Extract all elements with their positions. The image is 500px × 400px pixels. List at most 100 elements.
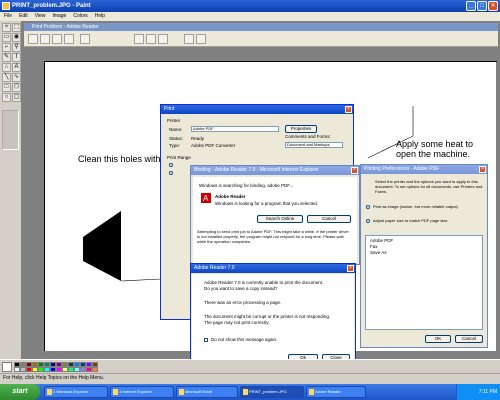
close-icon[interactable]: ×	[347, 265, 354, 272]
menu-bar: File Edit View Image Colors Help	[0, 12, 500, 21]
menu-file[interactable]: File	[4, 12, 12, 21]
binding-line1: Windows is searching for binding, adobe …	[199, 183, 294, 188]
save-icon	[40, 34, 50, 44]
adobe-icon: A	[201, 193, 211, 203]
printing-preferences-dialog: Printing Preferences - Adobe PDF × Select…	[360, 164, 488, 348]
curve-icon[interactable]: ∿	[12, 73, 21, 82]
task-button[interactable]: Microsoft Excel	[176, 386, 238, 398]
task-label: Adobe Reader	[315, 389, 341, 394]
rectangle-icon[interactable]: □	[2, 83, 11, 92]
adobe-dialog-title: Adobe Reader 7.0 ×	[191, 264, 355, 273]
polygon-icon[interactable]: ⬠	[12, 83, 21, 92]
minimize-button[interactable]: _	[466, 1, 476, 11]
airbrush-icon[interactable]: ∴	[2, 63, 11, 72]
binding-cancel-button[interactable]: Cancel	[307, 215, 351, 223]
list-item[interactable]: Adobe PDF	[370, 238, 393, 243]
embedded-window-title: Print Problem - Adobe Reader	[24, 23, 498, 31]
range-all-radio[interactable]	[169, 163, 173, 167]
comments-select[interactable]: Document and Markups	[285, 142, 343, 148]
task-button[interactable]: PRINT_problem.JPG	[240, 386, 304, 398]
adobe-line2: Do you want to save a copy instead?	[204, 286, 278, 291]
print-range-label: Print Range	[167, 155, 191, 160]
adobe-line6: Do not show this message again.	[211, 337, 278, 342]
printer-name-select[interactable]: Adobe PDF	[191, 126, 279, 132]
menu-view[interactable]: View	[35, 12, 46, 21]
opt2-label: Adjust paper size to match PDF page size	[373, 218, 448, 223]
opt1-label: Print as image (slower, but more reliabl…	[373, 204, 458, 209]
task-label: 3 Windows Explorer	[53, 389, 89, 394]
printer-listbox[interactable]: Adobe PDF Fax Save As	[365, 235, 483, 330]
next-page-icon	[196, 34, 206, 44]
name-label: Name:	[169, 127, 183, 132]
pencil-icon[interactable]: ✎	[2, 53, 11, 62]
binding-app-name: Adobe Reader	[215, 194, 246, 199]
email-icon	[64, 34, 74, 44]
system-tray: 7:11 PM	[456, 384, 500, 400]
embedded-toolbar	[24, 31, 498, 47]
rounded-rect-icon[interactable]: ▢	[12, 93, 21, 102]
hand-icon	[134, 34, 144, 44]
binding-dialog: Binding - Adobe Reader 7.0 - Microsoft I…	[190, 165, 360, 265]
taskbar: start 3 Windows Explorer 3 Internet Expl…	[0, 384, 500, 400]
list-item[interactable]: Fax	[370, 244, 378, 249]
current-colors[interactable]	[2, 362, 12, 372]
prefs-cancel-button[interactable]: Cancel	[455, 335, 483, 343]
fill-icon[interactable]: ◉	[12, 33, 21, 42]
page-top-line	[45, 61, 497, 62]
opt2-radio[interactable]	[366, 219, 370, 223]
close-icon[interactable]: ×	[351, 167, 358, 174]
tool-options-box[interactable]	[2, 110, 19, 150]
free-select-icon[interactable]: ✧	[2, 23, 11, 32]
menu-help[interactable]: Help	[95, 12, 105, 21]
binding-paragraph: Attempting to send print job to Adobe PD…	[197, 229, 349, 244]
adobe-line1: Adobe Reader 7.0 is currently unable to …	[204, 280, 324, 285]
ellipse-icon[interactable]: ○	[2, 93, 11, 102]
properties-button[interactable]: Properties	[285, 125, 317, 133]
rect-select-icon[interactable]: ⬚	[12, 23, 21, 32]
select-icon	[146, 34, 156, 44]
color-picker-icon[interactable]: ⌐	[2, 43, 11, 52]
color-swatch[interactable]	[92, 367, 98, 372]
magnifier-icon[interactable]: ⚲	[12, 43, 21, 52]
paint-window-title: PRINT_problem.JPG - Paint	[12, 3, 91, 9]
task-button[interactable]: Adobe Reader	[306, 386, 366, 398]
brush-icon[interactable]: ⌇	[12, 53, 21, 62]
close-icon[interactable]: ×	[345, 106, 352, 113]
task-label: PRINT_problem.JPG	[249, 389, 287, 394]
task-button[interactable]: 3 Windows Explorer	[44, 386, 108, 398]
close-icon[interactable]: ×	[479, 166, 486, 173]
color-swatches	[14, 362, 98, 372]
prefs-ok-button[interactable]: OK	[425, 335, 451, 343]
task-button[interactable]: 3 Internet Explorer	[110, 386, 174, 398]
maximize-button[interactable]: □	[477, 1, 487, 11]
start-button[interactable]: start	[0, 384, 40, 400]
range-pages-radio[interactable]	[169, 171, 173, 175]
svg-text:A: A	[203, 194, 209, 203]
opt1-radio[interactable]	[366, 205, 370, 209]
adobe-reader-dialog: Adobe Reader 7.0 × Adobe Reader 7.0 is cu…	[190, 263, 356, 368]
list-item[interactable]: Save As	[370, 250, 387, 255]
eraser-icon[interactable]: ▭	[2, 33, 11, 42]
comments-label: Comments and Forms:	[285, 134, 331, 139]
menu-image[interactable]: Image	[52, 12, 66, 21]
task-label: Microsoft Excel	[185, 389, 213, 394]
text-icon[interactable]: A	[12, 63, 21, 72]
search-online-button[interactable]: Search Online	[257, 215, 303, 223]
close-button[interactable]: ×	[488, 1, 498, 11]
menu-colors[interactable]: Colors	[73, 12, 87, 21]
parallelogram-outline	[367, 106, 414, 159]
line-icon[interactable]: ╲	[2, 73, 11, 82]
task-label: 3 Internet Explorer	[119, 389, 152, 394]
binding-line2: Windows is looking for a program that yo…	[215, 201, 319, 206]
prev-page-icon	[184, 34, 194, 44]
paint-app-icon	[2, 2, 10, 10]
type-label: Type:	[169, 143, 181, 148]
print-dialog-title: Print ×	[161, 105, 353, 114]
ie-icon	[113, 389, 118, 395]
menu-edit[interactable]: Edit	[19, 12, 28, 21]
dont-show-checkbox[interactable]	[204, 338, 208, 342]
status-label: Status:	[169, 136, 184, 141]
binding-dialog-title: Binding - Adobe Reader 7.0 - Microsoft I…	[191, 166, 359, 175]
search-icon	[80, 34, 90, 44]
adobe-icon	[309, 389, 314, 395]
